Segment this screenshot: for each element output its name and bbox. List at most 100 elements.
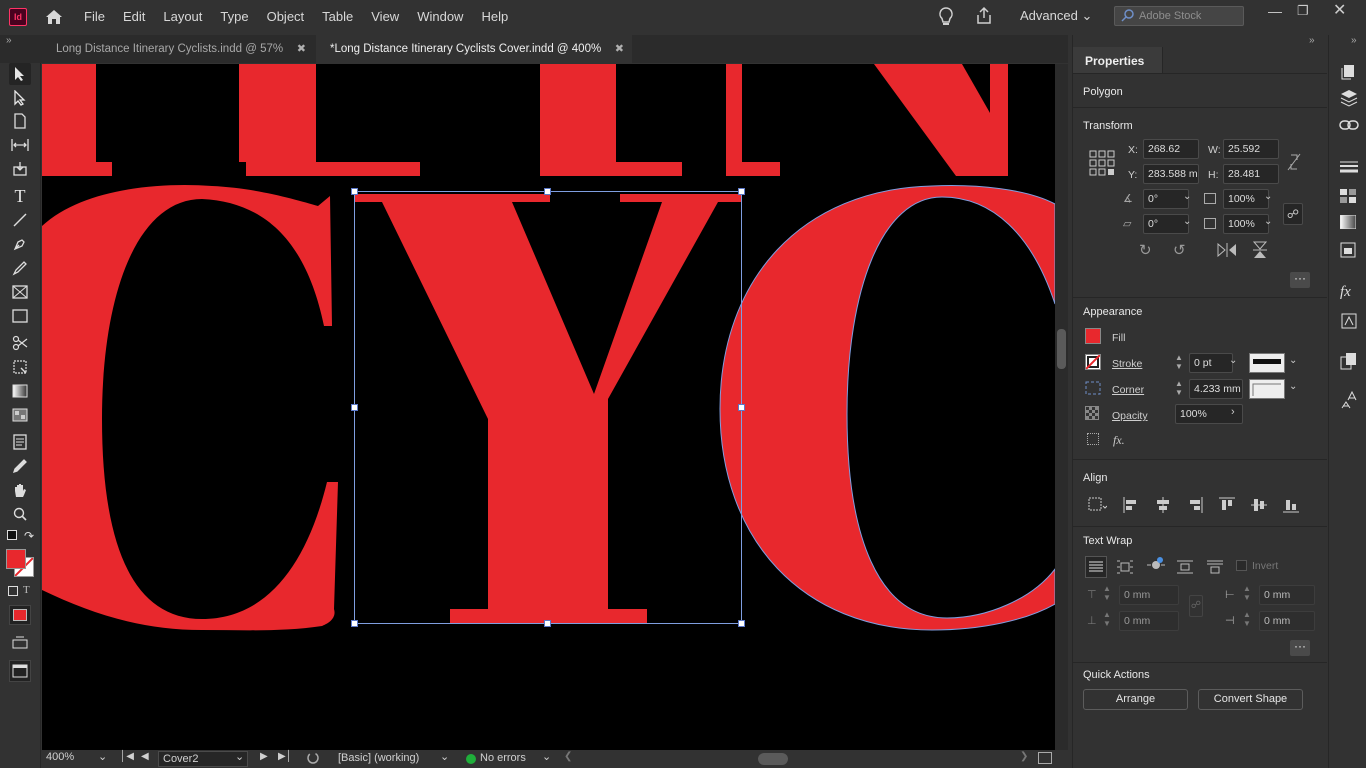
wrap-bounding-box-icon[interactable] [1117,559,1133,578]
stock-search-input[interactable]: Adobe Stock [1114,6,1244,26]
chevron-down-icon[interactable]: ⌄ [1264,191,1272,202]
link-icon[interactable]: ☍ [1283,203,1303,225]
expand-panel-icon[interactable]: » [1351,35,1357,46]
chevron-down-icon[interactable]: ⌄ [542,750,551,763]
swap-fill-stroke-icon[interactable]: ↷ [24,529,34,543]
x-field[interactable]: 268.62 mm [1143,139,1199,173]
top-offset-stepper[interactable]: ▲ ▼ [1103,584,1117,604]
close-window-button[interactable]: ✕ [1333,0,1346,20]
note-tool-icon[interactable] [9,431,31,453]
chevron-down-icon[interactable]: ⌄ [1289,355,1297,366]
formatting-container-icon[interactable] [8,586,18,596]
content-collector-icon[interactable] [9,158,31,180]
preview-mode-icon[interactable] [9,660,31,682]
swatches-icon[interactable] [1340,189,1356,206]
scale-y-field[interactable]: 100% [1223,214,1269,234]
last-page-icon[interactable]: ▶│ [278,751,292,762]
resize-handle-bottom-right[interactable] [738,620,745,627]
height-field[interactable]: 28.481 mm [1223,164,1279,198]
corner-size-field[interactable]: 4.233 mm [1189,379,1243,399]
hand-tool-icon[interactable] [9,479,31,501]
gradient-panel-icon[interactable] [1339,214,1357,232]
document-canvas[interactable] [42,64,1055,750]
align-vertical-centers-icon[interactable] [1251,497,1267,516]
menu-file[interactable]: File [75,9,114,24]
flip-vertical-icon[interactable] [1252,241,1268,262]
align-right-edges-icon[interactable] [1187,497,1203,516]
menu-view[interactable]: View [362,9,408,24]
menu-type[interactable]: Type [211,9,257,24]
right-offset-stepper[interactable]: ▲ ▼ [1243,610,1257,630]
chevron-down-icon[interactable]: ⌄ [1183,191,1199,209]
resize-handle-left[interactable] [351,404,358,411]
width-field[interactable]: 25.592 mm [1223,139,1279,173]
apply-color-button[interactable] [9,605,31,625]
cc-libraries-icon[interactable] [1340,242,1356,261]
align-horizontal-centers-icon[interactable] [1155,497,1171,516]
right-offset-field[interactable]: 0 mm [1259,611,1315,631]
rectangle-tool-icon[interactable] [9,305,31,327]
eyedropper-tool-icon[interactable] [9,455,31,477]
preflight-cycle-icon[interactable] [306,751,320,768]
type-tool-icon[interactable]: T [9,185,31,207]
rectangle-frame-tool-icon[interactable] [9,281,31,303]
rotate-clockwise-icon[interactable]: ↻ [1139,241,1152,259]
constrain-proportions-icon[interactable] [1287,153,1301,174]
pencil-tool-icon[interactable] [9,257,31,279]
restore-button[interactable]: ❐ [1297,3,1309,19]
invert-checkbox[interactable] [1236,560,1247,571]
scissors-tool-icon[interactable] [9,332,31,354]
expand-panel-icon[interactable]: » [6,35,12,46]
page-field[interactable]: Cover2 ⌄ [158,751,248,767]
align-to-selection-icon[interactable] [1087,496,1108,515]
stroke-label[interactable]: Stroke [1112,358,1142,370]
chevron-down-icon[interactable]: ⌄ [440,750,449,763]
line-tool-icon[interactable] [9,209,31,231]
bottom-offset-stepper[interactable]: ▲ ▼ [1103,610,1117,630]
resize-handle-right[interactable] [738,404,745,411]
text-wrap-more-button[interactable]: ··· [1290,640,1310,656]
stroke-color-swatch[interactable] [1085,354,1101,370]
no-text-wrap-icon[interactable] [1085,556,1107,578]
jump-to-next-column-icon[interactable] [1207,559,1223,578]
link-offsets-icon[interactable]: ☍ [1189,595,1203,617]
tab-cyclists[interactable]: Long Distance Itinerary Cyclists.indd @ … [42,35,314,63]
lightbulb-icon[interactable] [937,6,955,31]
menu-table[interactable]: Table [313,9,362,24]
paragraph-styles-icon[interactable] [1340,352,1358,373]
scroll-right-icon[interactable]: ❯ [1020,751,1028,762]
resize-handle-top-left[interactable] [351,188,358,195]
transform-more-button[interactable]: ··· [1290,272,1310,288]
pen-tool-icon[interactable] [9,233,31,255]
chevron-down-icon[interactable]: ⌄ [1183,216,1191,227]
stroke-stepper-icon[interactable]: ▲ ▼ [1175,353,1189,373]
stroke-weight-field[interactable]: 0 pt [1189,353,1233,373]
preflight-status[interactable]: No errors [480,752,526,764]
zoom-field[interactable]: 400% ⌄ [46,751,108,767]
corner-shape-field[interactable] [1249,379,1285,399]
menu-help[interactable]: Help [472,9,517,24]
top-offset-field[interactable]: 0 mm [1119,585,1179,605]
links-icon[interactable] [1339,118,1359,135]
split-view-icon[interactable] [1038,752,1052,764]
gap-tool-icon[interactable] [9,134,31,156]
zoom-tool-icon[interactable] [9,503,31,525]
left-offset-field[interactable]: 0 mm [1259,585,1315,605]
close-icon[interactable]: ✖ [615,35,624,63]
fill-color-swatch[interactable] [1085,328,1101,344]
opacity-label[interactable]: Opacity [1112,410,1148,422]
selection-tool-icon[interactable] [9,63,31,85]
align-bottom-edges-icon[interactable] [1283,497,1299,516]
wrap-object-shape-icon[interactable] [1147,555,1165,576]
first-page-icon[interactable]: │◀ [120,751,134,762]
chevron-down-icon[interactable]: ⌄ [1229,355,1237,366]
fill-swatch[interactable] [6,549,26,569]
free-transform-tool-icon[interactable] [9,356,31,378]
chevron-down-icon[interactable]: ⌄ [1264,216,1272,227]
bottom-offset-field[interactable]: 0 mm [1119,611,1179,631]
resize-handle-bottom[interactable] [544,620,551,627]
gradient-swatch-tool-icon[interactable] [9,380,31,402]
style-status[interactable]: [Basic] (working) [338,752,419,764]
share-icon[interactable] [974,6,994,29]
workspace-switcher[interactable]: Advanced ⌄ [1020,8,1092,24]
